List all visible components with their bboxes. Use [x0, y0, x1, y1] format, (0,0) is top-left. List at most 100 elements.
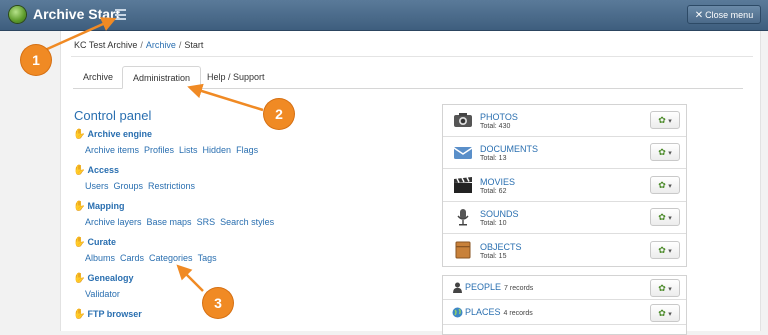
clapperboard-icon	[453, 176, 473, 194]
record-type-places: PLACES 4 records ✿ ▾	[443, 301, 686, 325]
breadcrumb-root[interactable]: KC Test Archive	[74, 40, 137, 50]
gear-dropdown-button[interactable]: ✿ ▾	[650, 240, 680, 259]
globe-icon	[452, 307, 463, 318]
caret-down-icon: ▾	[668, 118, 672, 125]
cp-link-categories[interactable]: Categories	[149, 253, 193, 263]
caret-down-icon: ▾	[668, 286, 672, 293]
archive-logo-icon	[9, 6, 26, 23]
cp-section-curate: ✋ Curate Albums Cards Categories Tags	[73, 236, 222, 264]
caret-down-icon: ▾	[668, 182, 672, 190]
gear-dropdown-button[interactable]: ✿ ▾	[650, 175, 680, 194]
cp-link-archive-layers[interactable]: Archive layers	[85, 217, 142, 227]
media-type-sounds: SOUNDS Total: 10 ✿ ▾	[443, 202, 686, 235]
cp-section-ftp-browser: ✋ FTP browser	[73, 308, 142, 320]
hand-icon: ✋	[73, 201, 86, 212]
cp-link-restrictions[interactable]: Restrictions	[148, 181, 195, 191]
record-count: 4 records	[503, 310, 533, 317]
cp-link-hidden[interactable]: Hidden	[203, 145, 232, 155]
cp-links: Albums Cards Categories Tags	[85, 252, 222, 264]
gear-dropdown-button[interactable]: ✿ ▾	[650, 208, 680, 227]
gear-dropdown-button[interactable]: ✿ ▾	[650, 111, 680, 129]
breadcrumb-archive-link[interactable]: Archive	[146, 40, 176, 50]
cp-link-tags[interactable]: Tags	[198, 253, 217, 263]
cp-link-groups[interactable]: Groups	[114, 181, 144, 191]
cp-heading-ftp-browser[interactable]: ✋ FTP browser	[73, 308, 142, 320]
record-type-name[interactable]: PLACES 4 records	[465, 307, 533, 317]
record-name[interactable]: PLACES	[465, 307, 501, 317]
hand-icon: ✋	[73, 165, 86, 176]
media-type-documents: DOCUMENTS Total: 13 ✿ ▾	[443, 137, 686, 170]
record-type-name[interactable]: PEOPLE 7 records	[465, 282, 533, 292]
cp-heading-label: Curate	[87, 237, 116, 247]
media-types-box: PHOTOS Total: 430 ✿ ▾ DOCUMENTS Total: 13 ✿ ▾…	[442, 104, 687, 267]
close-x-icon: ✕	[694, 10, 704, 21]
gear-dropdown-button[interactable]: ✿ ▾	[650, 304, 680, 322]
close-menu-button[interactable]: ✕ Close menu	[687, 5, 761, 24]
hand-icon: ✋	[73, 309, 86, 320]
gear-icon: ✿	[658, 179, 666, 190]
media-type-name[interactable]: OBJECTS	[480, 242, 522, 252]
media-type-name[interactable]: DOCUMENTS	[480, 144, 538, 154]
cp-links: Archive layers Base maps SRS Search styles	[85, 216, 279, 228]
tab-bar: Archive Administration Help / Support	[73, 66, 743, 89]
cp-link-search-styles[interactable]: Search styles	[220, 217, 274, 227]
box-icon	[453, 241, 473, 259]
media-type-total: Total: 15	[480, 252, 507, 260]
hamburger-menu-icon[interactable]	[115, 9, 126, 20]
cp-link-flags[interactable]: Flags	[236, 145, 258, 155]
media-type-total: Total: 10	[480, 220, 507, 228]
caret-down-icon: ▾	[668, 150, 672, 158]
tab-help-support[interactable]: Help / Support	[197, 66, 275, 88]
cp-link-srs[interactable]: SRS	[197, 217, 216, 227]
cp-links: Users Groups Restrictions	[85, 180, 200, 192]
tab-archive[interactable]: Archive	[73, 66, 123, 88]
media-type-name[interactable]: PHOTOS	[480, 112, 518, 122]
media-type-name[interactable]: MOVIES	[480, 177, 515, 187]
media-type-name[interactable]: SOUNDS	[480, 209, 519, 219]
cp-section-archive-engine: ✋ Archive engine Archive items Profiles List…	[73, 128, 263, 156]
person-icon	[452, 282, 463, 293]
tab-administration[interactable]: Administration	[122, 66, 202, 89]
callout-badge-3: 3	[203, 288, 233, 318]
gear-dropdown-button[interactable]: ✿ ▾	[650, 143, 680, 162]
breadcrumb-current: Start	[184, 40, 204, 50]
callout-badge-2: 2	[264, 99, 294, 129]
gear-icon: ✿	[658, 147, 666, 158]
record-type-people: PEOPLE 7 records ✿ ▾	[443, 276, 686, 300]
app-title: Archive Start	[33, 6, 121, 22]
cp-heading-label: FTP browser	[87, 309, 142, 319]
main-panel: KC Test Archive / Archive / Start Archive Ad…	[60, 31, 761, 335]
cp-section-mapping: ✋ Mapping Archive layers Base maps SRS Search…	[73, 200, 279, 228]
top-bar: Archive Start ✕ Close menu	[0, 0, 768, 31]
gear-icon: ✿	[658, 308, 666, 318]
callout-badge-1: 1	[21, 45, 51, 75]
caret-down-icon: ▾	[668, 247, 672, 255]
media-type-total: Total: 430	[480, 123, 511, 130]
hand-icon: ✋	[73, 129, 86, 140]
cp-heading-access[interactable]: ✋ Access	[73, 164, 200, 176]
cp-link-albums[interactable]: Albums	[85, 253, 115, 263]
gear-icon: ✿	[658, 283, 666, 293]
record-name[interactable]: PEOPLE	[465, 282, 501, 292]
cp-heading-label: Genealogy	[87, 273, 134, 283]
cp-heading-curate[interactable]: ✋ Curate	[73, 236, 222, 248]
cp-link-lists[interactable]: Lists	[179, 145, 198, 155]
gear-dropdown-button[interactable]: ✿ ▾	[650, 279, 680, 297]
cp-heading-label: Access	[87, 165, 119, 175]
cp-link-base-maps[interactable]: Base maps	[147, 217, 192, 227]
envelope-icon	[453, 143, 473, 161]
cp-link-archive-items[interactable]: Archive items	[85, 145, 139, 155]
breadcrumb: KC Test Archive / Archive / Start	[74, 40, 204, 50]
cp-link-users[interactable]: Users	[85, 181, 109, 191]
divider	[71, 56, 753, 57]
cp-heading-genealogy[interactable]: ✋ Genealogy	[73, 272, 133, 284]
media-type-photos: PHOTOS Total: 430 ✿ ▾	[443, 105, 686, 137]
cp-link-profiles[interactable]: Profiles	[144, 145, 174, 155]
cp-link-validator[interactable]: Validator	[85, 289, 120, 299]
control-panel-title: Control panel	[74, 108, 152, 123]
cp-heading-mapping[interactable]: ✋ Mapping	[73, 200, 279, 212]
record-count: 7 records	[504, 285, 534, 292]
records-box: PEOPLE 7 records ✿ ▾ PLACES 4 records ✿ ▾	[442, 275, 687, 335]
cp-link-cards[interactable]: Cards	[120, 253, 144, 263]
cp-heading-archive-engine[interactable]: ✋ Archive engine	[73, 128, 263, 140]
